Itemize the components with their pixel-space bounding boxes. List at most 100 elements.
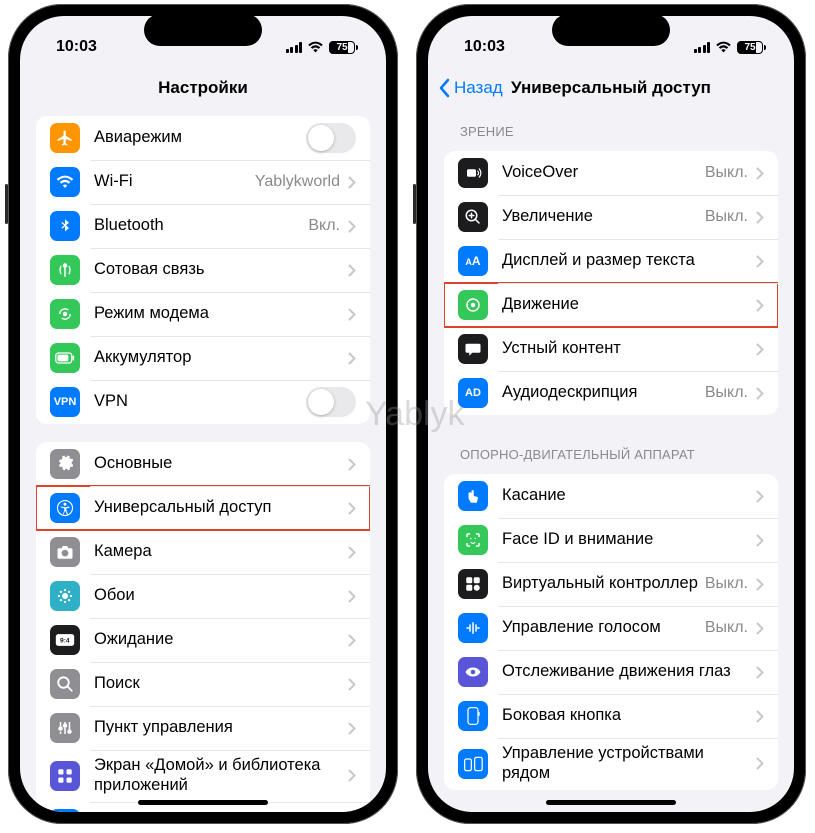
phone-right: 10:03 75 Назад Универсальный доступ ЗРЕН… <box>416 4 806 824</box>
row-label: Face ID и внимание <box>502 530 756 550</box>
settings-row-hotspot[interactable]: Режим модема <box>36 292 370 336</box>
chevron-right-icon <box>348 634 356 647</box>
settings-row-motion[interactable]: Движение <box>444 283 778 327</box>
wallpaper-icon <box>50 581 80 611</box>
settings-row-battery[interactable]: Аккумулятор <box>36 336 370 380</box>
chevron-right-icon <box>348 264 356 277</box>
back-label: Назад <box>454 78 503 98</box>
sidebutton-icon <box>458 701 488 731</box>
voice-icon <box>458 613 488 643</box>
row-label: Универсальный доступ <box>94 498 348 518</box>
battery-icon: 75 <box>329 41 358 54</box>
settings-row-wallpaper[interactable]: Обои <box>36 574 370 618</box>
accessibility-icon <box>50 493 80 523</box>
settings-row-voice[interactable]: Управление голосомВыкл. <box>444 606 778 650</box>
antenna-icon <box>50 255 80 285</box>
page-title: Универсальный доступ <box>511 78 711 98</box>
row-value: Yablykworld <box>255 173 340 191</box>
hotspot-icon <box>50 299 80 329</box>
settings-row-camera[interactable]: Камера <box>36 530 370 574</box>
chevron-right-icon <box>348 722 356 735</box>
settings-row-gear[interactable]: Основные <box>36 442 370 486</box>
row-label: Wi-Fi <box>94 172 255 192</box>
toggle-switch[interactable] <box>306 387 356 417</box>
chevron-right-icon <box>756 490 764 503</box>
status-time: 10:03 <box>464 38 505 56</box>
accessibility-content[interactable]: ЗРЕНИЕVoiceOverВыкл.УвеличениеВыкл.AAДис… <box>428 110 794 812</box>
row-label: Ожидание <box>94 630 348 650</box>
dynamic-island <box>144 14 262 46</box>
row-label: Устный контент <box>502 339 756 359</box>
row-label: Увеличение <box>502 207 705 227</box>
settings-row-home[interactable]: Экран «Домой» и библиотека приложений <box>36 750 370 802</box>
faceid-icon <box>458 525 488 555</box>
section-header: ЗРЕНИЕ <box>428 110 794 145</box>
row-value: Выкл. <box>705 384 748 402</box>
row-value: Выкл. <box>705 164 748 182</box>
row-label: Обои <box>94 586 348 606</box>
control-icon <box>50 713 80 743</box>
home-indicator[interactable] <box>546 800 676 805</box>
settings-row-wifi[interactable]: Wi-FiYablykworld <box>36 160 370 204</box>
chevron-right-icon <box>756 622 764 635</box>
chevron-right-icon <box>756 299 764 312</box>
home-icon <box>50 761 80 791</box>
settings-row-speech[interactable]: Устный контент <box>444 327 778 371</box>
toggle-switch[interactable] <box>306 123 356 153</box>
chevron-right-icon <box>348 769 356 782</box>
settings-row-eyetrack[interactable]: Отслеживание движения глаз <box>444 650 778 694</box>
bluetooth-icon <box>50 211 80 241</box>
settings-row-sidebutton[interactable]: Боковая кнопка <box>444 694 778 738</box>
settings-row-audiodesc[interactable]: ADАудиодескрипцияВыкл. <box>444 371 778 415</box>
back-button[interactable]: Назад <box>438 78 503 98</box>
settings-row-vpn[interactable]: VPNVPN <box>36 380 370 424</box>
chevron-right-icon <box>756 578 764 591</box>
settings-row-search[interactable]: Поиск <box>36 662 370 706</box>
chevron-right-icon <box>348 176 356 189</box>
dynamic-island <box>552 14 670 46</box>
settings-row-textsize[interactable]: AAДисплей и размер текста <box>444 239 778 283</box>
group-general: Основные Универсальный доступ Камера Обои 9:… <box>36 442 370 812</box>
row-label: Сотовая связь <box>94 260 348 280</box>
svg-text:9:4: 9:4 <box>60 638 70 645</box>
settings-row-touch[interactable]: Касание <box>444 474 778 518</box>
settings-row-bluetooth[interactable]: BluetoothВкл. <box>36 204 370 248</box>
standby-icon: 9:4 <box>50 625 80 655</box>
settings-row-faceid[interactable]: Face ID и внимание <box>444 518 778 562</box>
home-indicator[interactable] <box>138 800 268 805</box>
settings-group: VoiceOverВыкл.УвеличениеВыкл.AAДисплей и… <box>444 151 778 415</box>
settings-row-voiceover[interactable]: VoiceOverВыкл. <box>444 151 778 195</box>
chevron-right-icon <box>756 757 764 770</box>
brightness-icon: AA <box>50 809 80 812</box>
camera-icon <box>50 537 80 567</box>
settings-row-airplane[interactable]: Авиарежим <box>36 116 370 160</box>
settings-row-antenna[interactable]: Сотовая связь <box>36 248 370 292</box>
chevron-right-icon <box>348 308 356 321</box>
section-header: ОПОРНО-ДВИГАТЕЛЬНЫЙ АППАРАТ <box>428 433 794 468</box>
row-label: Поиск <box>94 674 348 694</box>
touch-icon <box>458 481 488 511</box>
settings-row-nearby[interactable]: Управление устройствами рядом <box>444 738 778 790</box>
row-label: Касание <box>502 486 756 506</box>
zoom-icon <box>458 202 488 232</box>
status-right: 75 <box>286 41 359 54</box>
row-label: Аккумулятор <box>94 348 348 368</box>
voiceover-icon <box>458 158 488 188</box>
settings-row-switch[interactable]: Виртуальный контроллерВыкл. <box>444 562 778 606</box>
section-header: СЛУХ <box>428 808 794 812</box>
row-value: Вкл. <box>308 217 340 235</box>
settings-row-zoom[interactable]: УвеличениеВыкл. <box>444 195 778 239</box>
chevron-right-icon <box>348 352 356 365</box>
row-value: Выкл. <box>705 619 748 637</box>
settings-row-standby[interactable]: 9:4 Ожидание <box>36 618 370 662</box>
speech-icon <box>458 334 488 364</box>
eyetrack-icon <box>458 657 488 687</box>
motion-icon <box>458 290 488 320</box>
chevron-right-icon <box>348 502 356 515</box>
cellular-signal-icon <box>286 41 303 53</box>
settings-row-accessibility[interactable]: Универсальный доступ <box>36 486 370 530</box>
group-connectivity: АвиарежимWi-FiYablykworldBluetoothВкл.Со… <box>36 116 370 424</box>
settings-content[interactable]: АвиарежимWi-FiYablykworldBluetoothВкл.Со… <box>20 110 386 812</box>
wifi-icon <box>50 167 80 197</box>
settings-row-control[interactable]: Пункт управления <box>36 706 370 750</box>
